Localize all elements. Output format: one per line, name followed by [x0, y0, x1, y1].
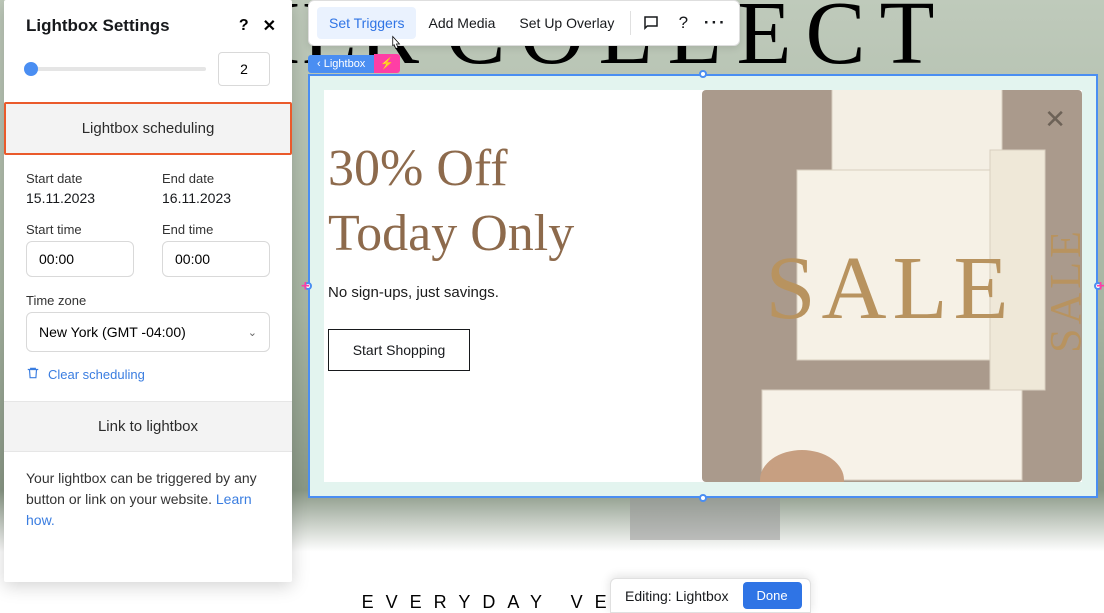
resize-handle-bottom[interactable] — [699, 494, 707, 502]
start-time-input[interactable]: 00:00 — [26, 241, 134, 277]
delay-slider-row: 2 — [4, 42, 292, 102]
end-date-label: End date — [162, 171, 270, 186]
resize-handle-top[interactable] — [699, 70, 707, 78]
add-media-button[interactable]: Add Media — [416, 7, 507, 39]
clear-scheduling-link[interactable]: Clear scheduling — [48, 367, 145, 382]
timezone-value: New York (GMT -04:00) — [39, 324, 186, 340]
hero-subtitle: EVERYDAY VERYONE — [0, 592, 1104, 613]
lightbox-content: 30% Off Today Only No sign-ups, just sav… — [324, 90, 1082, 482]
end-time-input[interactable]: 00:00 — [162, 241, 270, 277]
set-triggers-button[interactable]: Set Triggers — [317, 7, 416, 39]
promo-heading-line1[interactable]: 30% Off — [328, 136, 702, 201]
panel-header: Lightbox Settings ? ✕ — [4, 0, 292, 42]
help-icon[interactable]: ? — [667, 7, 699, 39]
delay-value-input[interactable]: 2 — [218, 52, 270, 86]
done-button[interactable]: Done — [743, 582, 802, 609]
start-date-value[interactable]: 15.11.2023 — [26, 190, 134, 206]
slider-thumb[interactable] — [24, 62, 38, 76]
delay-slider[interactable] — [26, 67, 206, 71]
timezone-label: Time zone — [26, 293, 270, 308]
trash-icon[interactable] — [26, 366, 40, 383]
start-time-label: Start time — [26, 222, 134, 237]
promo-heading-line2[interactable]: Today Only — [328, 201, 702, 266]
end-time-label: End time — [162, 222, 270, 237]
promo-subtext[interactable]: No sign-ups, just savings. — [328, 284, 702, 301]
help-icon[interactable]: ? — [239, 17, 249, 35]
more-icon[interactable]: ··· — [699, 7, 731, 39]
toolbar-separator — [630, 11, 631, 35]
panel-title: Lightbox Settings — [26, 16, 170, 36]
timezone-select[interactable]: New York (GMT -04:00) ⌄ — [26, 312, 270, 352]
editing-status-bar: Editing: Lightbox Done — [610, 578, 811, 613]
end-date-value[interactable]: 16.11.2023 — [162, 190, 270, 206]
snap-guide-left: + — [301, 278, 310, 295]
svg-text:SALE: SALE — [766, 239, 1015, 338]
promo-image[interactable]: SALE SALE ✕ — [702, 90, 1082, 482]
snap-guide-right: + — [1096, 278, 1104, 295]
link-description: Your lightbox can be triggered by any bu… — [4, 452, 292, 547]
start-shopping-button[interactable]: Start Shopping — [328, 329, 470, 371]
bolt-icon[interactable]: ⚡ — [374, 54, 400, 73]
lightbox-close-icon[interactable]: ✕ — [1044, 104, 1066, 135]
start-date-label: Start date — [26, 171, 134, 186]
element-toolbar: Set Triggers Add Media Set Up Overlay ? … — [308, 0, 740, 46]
chevron-down-icon: ⌄ — [248, 326, 257, 339]
lightbox-selection[interactable]: + + 30% Off Today Only No sign-ups, just… — [308, 74, 1098, 498]
comment-icon[interactable] — [635, 7, 667, 39]
lightbox-settings-panel: Lightbox Settings ? ✕ 2 Lightbox schedul… — [4, 0, 292, 582]
close-icon[interactable]: ✕ — [263, 16, 276, 36]
svg-text:SALE: SALE — [1041, 227, 1082, 353]
breadcrumb-label[interactable]: ‹ Lightbox — [308, 55, 374, 73]
element-breadcrumb[interactable]: ‹ Lightbox ⚡ — [308, 54, 400, 73]
editing-label: Editing: Lightbox — [625, 588, 729, 604]
set-up-overlay-button[interactable]: Set Up Overlay — [507, 7, 626, 39]
section-lightbox-scheduling[interactable]: Lightbox scheduling — [4, 102, 292, 155]
section-link-to-lightbox[interactable]: Link to lightbox — [4, 401, 292, 452]
